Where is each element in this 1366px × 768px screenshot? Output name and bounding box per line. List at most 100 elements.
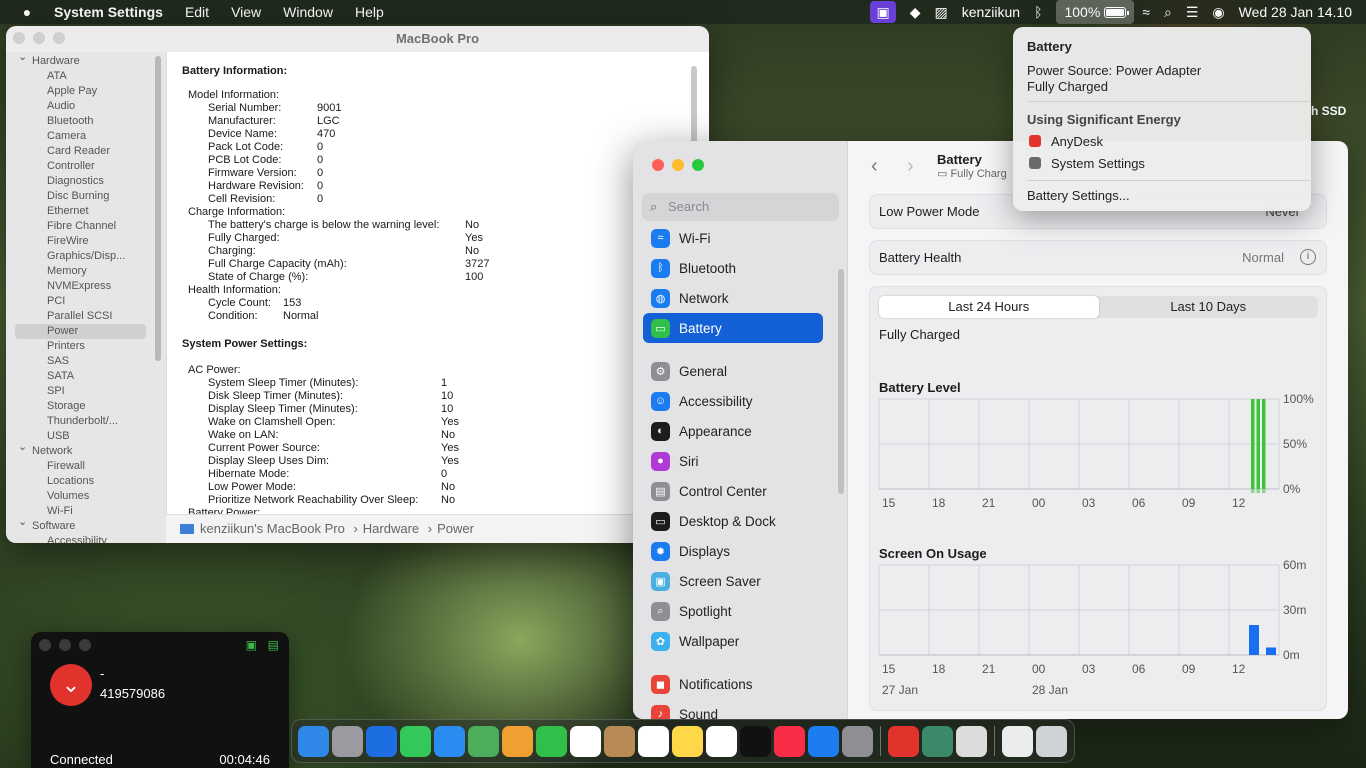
sidebar-item-desktop-dock[interactable]: ▭ Desktop & Dock	[643, 506, 823, 536]
sidebar-scrollbar[interactable]	[155, 56, 161, 361]
sidebar-item[interactable]: Audio	[6, 99, 166, 114]
sidebar-item[interactable]: Wi-Fi	[6, 504, 166, 519]
system-information-icon[interactable]	[922, 725, 953, 757]
sidebar-item[interactable]: Volumes	[6, 489, 166, 504]
sidebar-item[interactable]: SATA	[6, 369, 166, 384]
desktop-disk-label[interactable]: h SSD	[1311, 104, 1346, 118]
tv-icon[interactable]	[740, 725, 771, 757]
sidebar-item-spotlight[interactable]: ⌕ Spotlight	[643, 596, 823, 626]
close-button[interactable]	[652, 159, 664, 171]
sidebar-item-sound[interactable]: ♪ Sound	[643, 699, 823, 719]
maps-icon[interactable]	[468, 725, 499, 757]
tab-last-24-hours[interactable]: Last 24 Hours	[879, 296, 1099, 318]
notes-icon[interactable]	[672, 725, 703, 757]
search-input[interactable]: ⌕ Search	[642, 193, 839, 221]
launchpad-icon[interactable]	[332, 725, 363, 757]
sidebar-item[interactable]: ATA	[6, 69, 166, 84]
sidebar-item-appearance[interactable]: ◐ Appearance	[643, 416, 823, 446]
minimize-button[interactable]	[672, 159, 684, 171]
lock-icon[interactable]: ▣	[246, 638, 257, 652]
reminders-icon[interactable]	[638, 725, 669, 757]
freeform-icon[interactable]	[706, 725, 737, 757]
menu-edit[interactable]: Edit	[185, 4, 209, 20]
sidebar-item[interactable]: Ethernet	[6, 204, 166, 219]
siri-icon[interactable]: ◉	[1212, 4, 1224, 21]
path-item[interactable]: Hardware	[363, 521, 419, 536]
menu-view[interactable]: View	[231, 4, 261, 20]
bluetooth-icon[interactable]: ᛒ	[1034, 4, 1042, 20]
forward-button[interactable]: ›	[907, 155, 914, 178]
close-button[interactable]	[39, 639, 51, 651]
messages-icon[interactable]	[400, 725, 431, 757]
zoom-button[interactable]	[692, 159, 704, 171]
sidebar-item-bluetooth[interactable]: ᛒ Bluetooth	[643, 253, 823, 283]
apple-icon[interactable]: ●	[18, 4, 36, 20]
minimize-button[interactable]	[59, 639, 71, 651]
sidebar-item-wallpaper[interactable]: ✿ Wallpaper	[643, 626, 823, 656]
sidebar-item[interactable]: Camera	[6, 129, 166, 144]
sidebar-item[interactable]: Graphics/Disp...	[6, 249, 166, 264]
zoom-button[interactable]	[79, 639, 91, 651]
path-item[interactable]: kenziikun's MacBook Pro	[200, 521, 345, 536]
sidebar-item[interactable]: Locations	[6, 474, 166, 489]
music-icon[interactable]	[774, 725, 805, 757]
anydesk-dock-icon[interactable]	[888, 725, 919, 757]
printer-icon[interactable]	[956, 725, 987, 757]
sidebar-item-screen-saver[interactable]: ▣ Screen Saver	[643, 566, 823, 596]
sidebar-item-displays[interactable]: ✹ Displays	[643, 536, 823, 566]
sidebar-group[interactable]: Software	[6, 515, 166, 534]
sidebar-item-accessibility[interactable]: ☺ Accessibility	[643, 386, 823, 416]
sidebar-item-siri[interactable]: ● Siri	[643, 446, 823, 476]
sidebar-item[interactable]: Apple Pay	[6, 84, 166, 99]
contacts-icon[interactable]	[604, 725, 635, 757]
sidebar-item[interactable]: Memory	[6, 264, 166, 279]
sidebar-item[interactable]: Accessibility	[6, 534, 166, 543]
sidebar-item-network[interactable]: ◍ Network	[643, 283, 823, 313]
info-icon[interactable]: i	[1300, 249, 1316, 265]
chat-icon[interactable]: ▤	[268, 638, 279, 652]
sidebar-item[interactable]: Bluetooth	[6, 114, 166, 129]
sidebar-item[interactable]: Printers	[6, 339, 166, 354]
sidebar-item-notifications[interactable]: ◼ Notifications	[643, 669, 823, 699]
back-button[interactable]: ‹	[871, 155, 878, 178]
downloads-icon[interactable]	[1002, 725, 1033, 757]
screen-share-icon[interactable]: ▣	[870, 1, 896, 23]
sidebar-item-battery[interactable]: ▭ Battery	[643, 313, 823, 343]
safari-icon[interactable]	[366, 725, 397, 757]
activity-icon[interactable]: ▨	[934, 4, 947, 21]
menu-app-name[interactable]: System Settings	[54, 4, 163, 20]
app-store-icon[interactable]	[808, 725, 839, 757]
wifi-icon[interactable]: ≈	[1142, 4, 1150, 20]
sidebar-item[interactable]: Diagnostics	[6, 174, 166, 189]
photos-icon[interactable]	[502, 725, 533, 757]
tab-last-10-days[interactable]: Last 10 Days	[1099, 296, 1319, 318]
mail-icon[interactable]	[434, 725, 465, 757]
menu-window[interactable]: Window	[283, 4, 333, 20]
clock[interactable]: Wed 28 Jan 14.10	[1239, 4, 1352, 20]
sidebar-item[interactable]: Controller	[6, 159, 166, 174]
energy-app-item[interactable]: System Settings	[1029, 156, 1145, 171]
sidebar-item[interactable]: NVMExpress	[6, 279, 166, 294]
battery-menu-button[interactable]: 100%	[1056, 0, 1135, 24]
sidebar-item[interactable]: FireWire	[6, 234, 166, 249]
sidebar-item[interactable]: PCI	[6, 294, 166, 309]
sidebar-item[interactable]: Parallel SCSI	[6, 309, 166, 324]
sidebar-item[interactable]: SAS	[6, 354, 166, 369]
energy-app-item[interactable]: AnyDesk	[1029, 134, 1103, 149]
sidebar-item-control-center[interactable]: ▤ Control Center	[643, 476, 823, 506]
diamond-icon[interactable]: ◆	[910, 4, 921, 21]
sidebar-item[interactable]: USB	[6, 429, 166, 444]
sidebar-item[interactable]: Storage	[6, 399, 166, 414]
sidebar-item[interactable]: Card Reader	[6, 144, 166, 159]
sidebar-item[interactable]: Thunderbolt/...	[6, 414, 166, 429]
finder-icon[interactable]	[298, 725, 329, 757]
path-item[interactable]: Power	[437, 521, 474, 536]
trash-icon[interactable]	[1036, 725, 1067, 757]
facetime-icon[interactable]	[536, 725, 567, 757]
sidebar-item[interactable]: Disc Burning	[6, 189, 166, 204]
menu-user[interactable]: kenziikun	[962, 4, 1020, 20]
sidebar-item-wi-fi[interactable]: ≈ Wi-Fi	[643, 223, 823, 253]
system-settings-icon[interactable]	[842, 725, 873, 757]
control-center-icon[interactable]: ☰	[1186, 4, 1199, 21]
sidebar-item-general[interactable]: ⚙ General	[643, 356, 823, 386]
